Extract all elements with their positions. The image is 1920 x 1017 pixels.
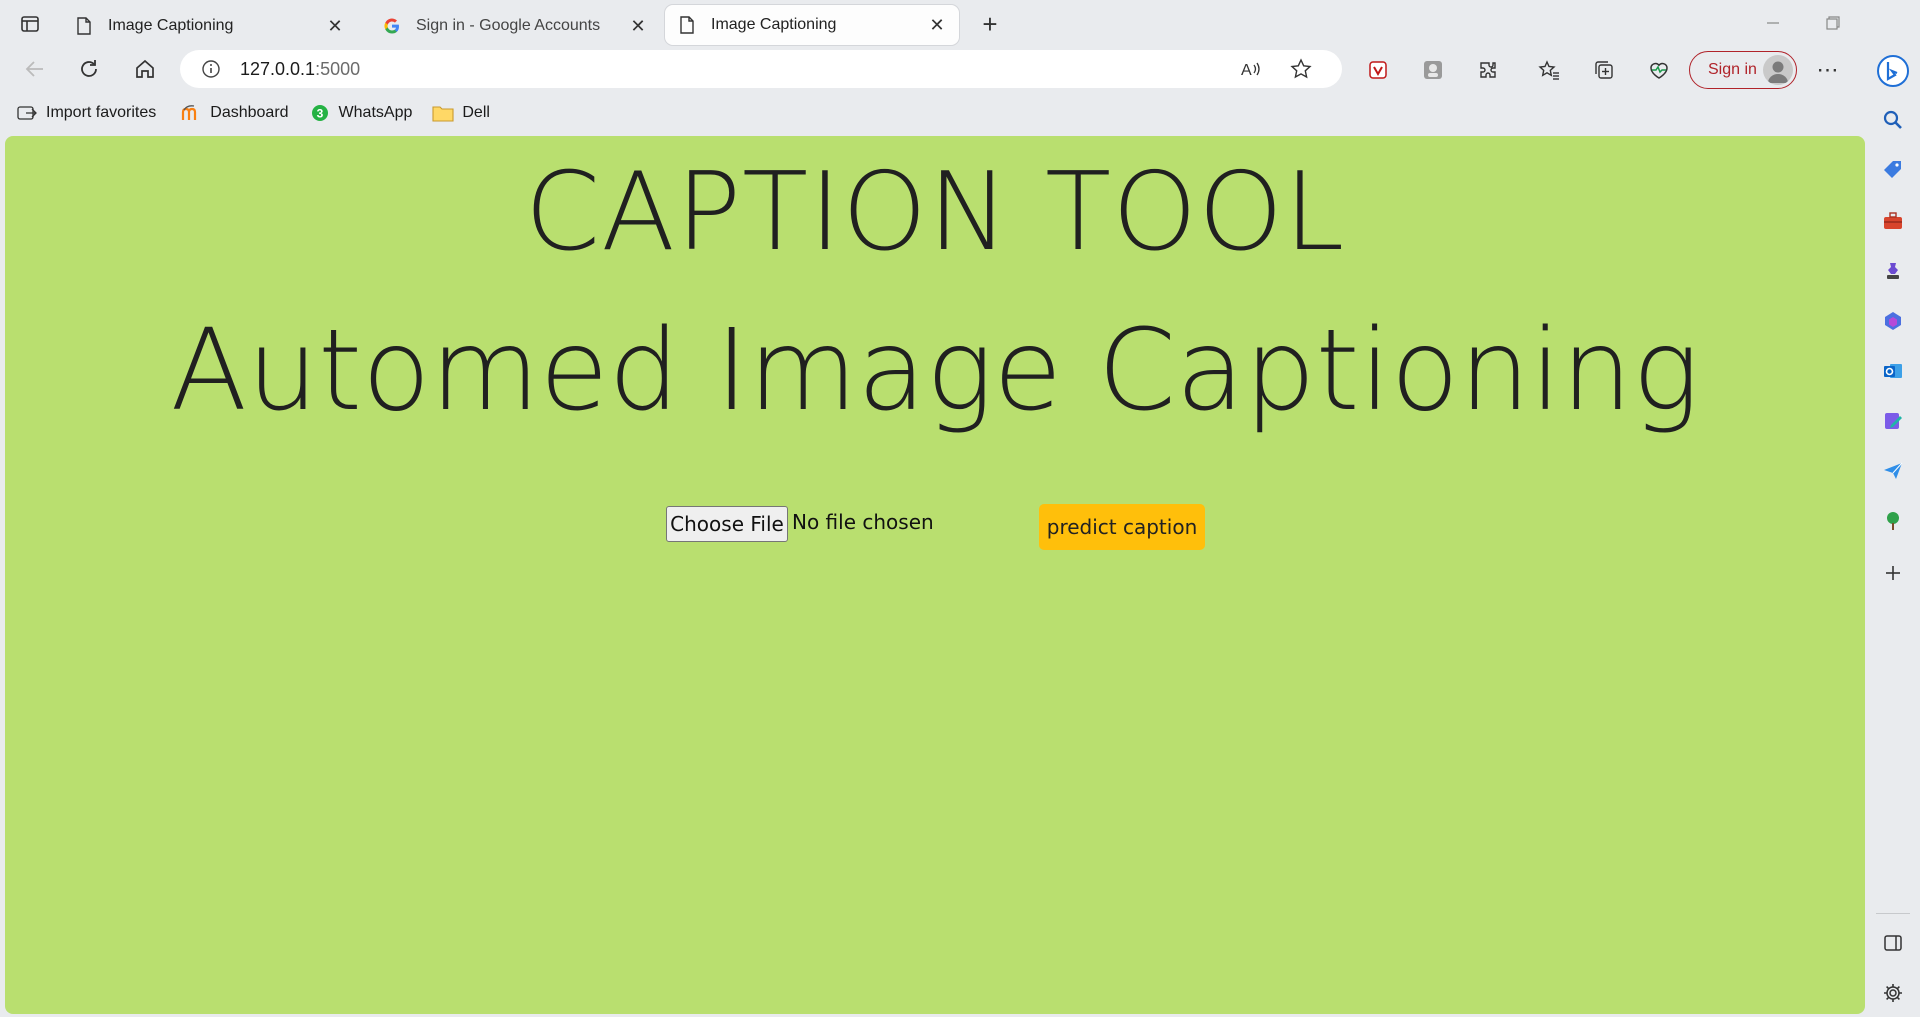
close-icon[interactable]: ✕: [325, 16, 345, 36]
tab-image-captioning-active[interactable]: Image Captioning ✕: [665, 5, 959, 45]
page-title: CAPTION TOOL: [524, 150, 1346, 275]
new-tab-button[interactable]: +: [976, 9, 1004, 39]
close-icon[interactable]: ✕: [927, 15, 947, 35]
sign-in-button[interactable]: Sign in: [1689, 51, 1797, 89]
shopping-tag-icon[interactable]: [1878, 155, 1908, 185]
tab-image-captioning-1[interactable]: Image Captioning ✕: [62, 7, 357, 45]
favorites-bar: Import favorites Dashboard 3 WhatsApp De…: [0, 96, 1860, 130]
page-subtitle: Automed Image Captioning: [170, 306, 1700, 436]
tab-google-sign-in[interactable]: Sign in - Google Accounts ✕: [370, 7, 660, 45]
restore-button[interactable]: [1810, 8, 1856, 38]
choose-file-button[interactable]: Choose File: [666, 506, 788, 542]
folder-icon: [432, 102, 454, 124]
whatsapp-badge: 3: [316, 107, 323, 121]
url-port: :5000: [315, 58, 361, 79]
back-button[interactable]: [18, 52, 52, 86]
page-icon: [74, 16, 94, 36]
close-icon[interactable]: ✕: [628, 16, 648, 36]
predict-caption-button[interactable]: predict caption: [1039, 504, 1205, 550]
avatar: [1763, 55, 1793, 85]
import-icon: [16, 102, 38, 124]
tab-title: Image Captioning: [711, 16, 837, 33]
url-text[interactable]: 127.0.0.1:5000: [240, 59, 360, 80]
page-icon: [677, 15, 697, 35]
info-icon[interactable]: [200, 58, 222, 80]
file-status-text: No file chosen: [792, 510, 934, 534]
address-bar[interactable]: 127.0.0.1:5000 A: [180, 50, 1342, 88]
collections-icon[interactable]: [1588, 54, 1620, 86]
outlook-icon[interactable]: [1878, 356, 1908, 386]
drop-edit-icon[interactable]: [1878, 406, 1908, 436]
microsoft365-icon[interactable]: [1878, 306, 1908, 336]
home-button[interactable]: [128, 52, 162, 86]
fav-label: Import favorites: [46, 104, 157, 121]
settings-gear-icon[interactable]: [1878, 978, 1908, 1008]
tab-strip: Image Captioning ✕ Sign in - Google Acco…: [0, 0, 1920, 48]
tab-title: Image Captioning: [108, 17, 234, 34]
browser-toolbar: 127.0.0.1:5000 A Sign in ⋯: [0, 48, 1920, 90]
send-paper-plane-icon[interactable]: [1878, 456, 1908, 486]
search-icon[interactable]: [1878, 105, 1908, 135]
mcafee-extension-icon[interactable]: [1362, 54, 1394, 86]
extension-profile-icon[interactable]: [1417, 54, 1449, 86]
more-options-icon[interactable]: ⋯: [1812, 54, 1844, 86]
tree-icon[interactable]: [1878, 506, 1908, 536]
add-sidebar-app-icon[interactable]: [1878, 558, 1908, 588]
tab-title: Sign in - Google Accounts: [416, 17, 601, 34]
tab-actions-icon[interactable]: [16, 10, 44, 38]
whatsapp-icon: 3: [309, 102, 331, 124]
fav-whatsapp[interactable]: 3 WhatsApp: [309, 98, 413, 128]
url-host: 127.0.0.1: [240, 58, 316, 79]
fav-label: WhatsApp: [338, 104, 413, 121]
games-chess-icon[interactable]: [1878, 256, 1908, 286]
google-icon: [382, 16, 402, 36]
favorites-icon[interactable]: [1533, 54, 1565, 86]
favorite-star-icon[interactable]: [1286, 54, 1316, 84]
page-viewport: CAPTION TOOL Automed Image Captioning Ch…: [5, 136, 1865, 1014]
bing-copilot-icon[interactable]: [1876, 54, 1910, 88]
fav-dashboard[interactable]: Dashboard: [180, 98, 289, 128]
fav-label: Dell: [462, 104, 490, 121]
minimize-button[interactable]: [1750, 8, 1796, 38]
svg-text:A: A: [1241, 62, 1252, 79]
extensions-icon[interactable]: [1472, 54, 1504, 86]
read-aloud-icon[interactable]: A: [1236, 54, 1266, 84]
moodle-icon: [180, 102, 202, 124]
refresh-button[interactable]: [72, 52, 106, 86]
edge-sidebar: [1866, 0, 1920, 1017]
fav-import-favorites[interactable]: Import favorites: [16, 98, 156, 128]
tools-briefcase-icon[interactable]: [1878, 206, 1908, 236]
sidebar-divider: [1876, 913, 1910, 914]
hide-sidebar-icon[interactable]: [1878, 928, 1908, 958]
sign-in-label: Sign in: [1708, 61, 1757, 78]
fav-dell[interactable]: Dell: [432, 98, 490, 128]
browser-essentials-icon[interactable]: [1643, 54, 1675, 86]
fav-label: Dashboard: [210, 104, 289, 121]
